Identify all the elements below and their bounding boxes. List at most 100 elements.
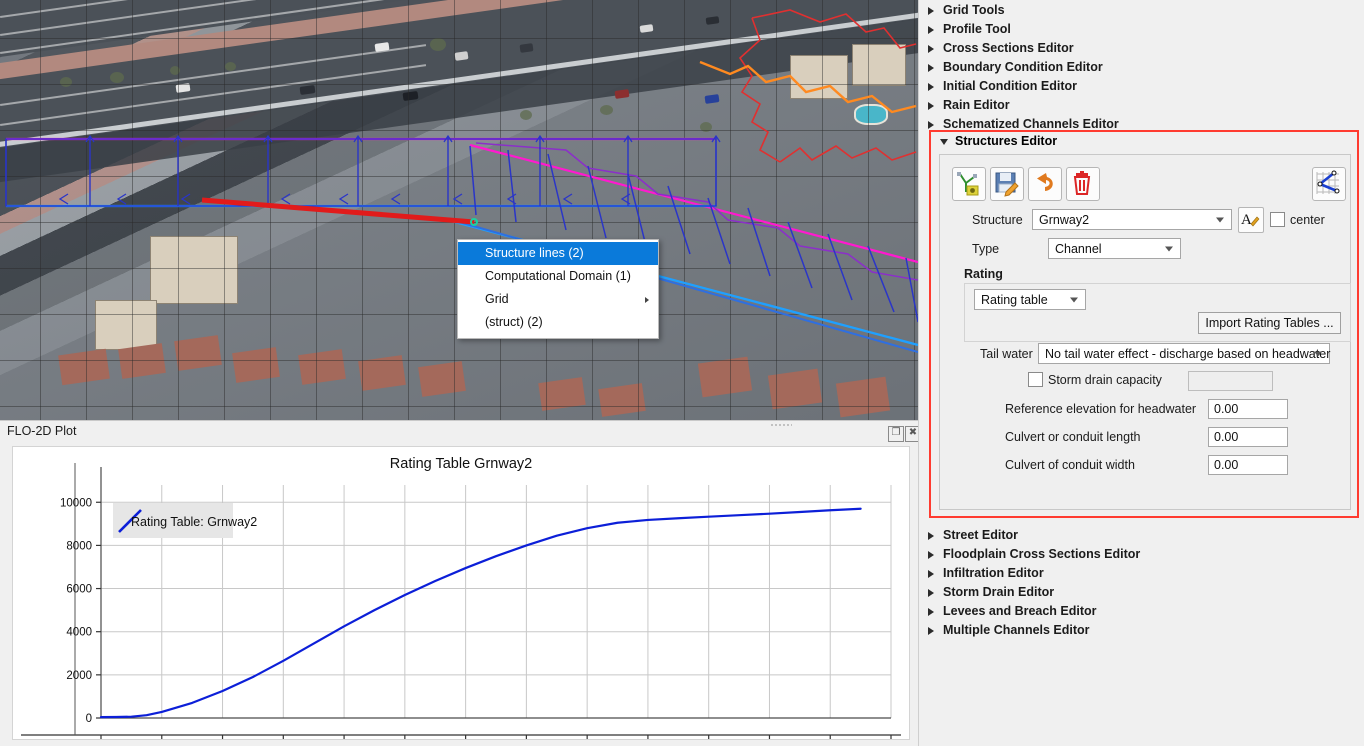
editor-tree-top: Grid Tools Profile Tool Cross Sections Edi… — [919, 1, 1364, 134]
svg-text:10000: 10000 — [60, 497, 92, 509]
culvert-width-value: 0.00 — [1214, 458, 1238, 472]
tree-item-label: Floodplain Cross Sections Editor — [943, 547, 1140, 561]
storm-drain-capacity-input[interactable] — [1188, 371, 1273, 391]
reference-elevation-value: 0.00 — [1214, 402, 1238, 416]
chevron-right-icon — [928, 83, 934, 91]
tree-item-label: Infiltration Editor — [943, 566, 1044, 580]
reference-elevation-label: Reference elevation for headwater — [1005, 402, 1196, 416]
type-select-value: Channel — [1055, 242, 1102, 256]
tree-item-label: Schematized Channels Editor — [943, 117, 1119, 131]
context-menu-item-struct[interactable]: (struct) (2) — [458, 311, 658, 334]
editor-item-initial-condition-editor[interactable]: Initial Condition Editor — [919, 77, 1364, 96]
chevron-right-icon — [928, 608, 934, 616]
editor-tree-bottom: Street Editor Floodplain Cross Sections E… — [919, 526, 1364, 640]
rating-table-plot-icon[interactable] — [1312, 167, 1346, 201]
editor-item-floodplain-cross-sections-editor[interactable]: Floodplain Cross Sections Editor — [919, 545, 1364, 564]
storm-drain-capacity-checkbox[interactable] — [1028, 372, 1043, 387]
editor-item-infiltration-editor[interactable]: Infiltration Editor — [919, 564, 1364, 583]
map-context-menu[interactable]: Structure lines (2) Computational Domain… — [457, 239, 659, 339]
svg-text:0: 0 — [86, 713, 92, 725]
revert-icon[interactable] — [1028, 167, 1062, 201]
editor-item-multiple-channels-editor[interactable]: Multiple Channels Editor — [919, 621, 1364, 640]
plot-dock-titlebar: FLO-2D Plot ❐ ✖ — [0, 420, 918, 445]
chevron-right-icon — [928, 532, 934, 540]
editors-panel: Grid Tools Profile Tool Cross Sections Edi… — [918, 0, 1364, 746]
editor-item-street-editor[interactable]: Street Editor — [919, 526, 1364, 545]
editor-item-rain-editor[interactable]: Rain Editor — [919, 96, 1364, 115]
context-menu-item-structure-lines[interactable]: Structure lines (2) — [458, 242, 658, 265]
dock-drag-handle[interactable] — [770, 423, 792, 428]
editor-item-levees-and-breach-editor[interactable]: Levees and Breach Editor — [919, 602, 1364, 621]
tree-item-label: Multiple Channels Editor — [943, 623, 1090, 637]
rating-method-select[interactable]: Rating table — [974, 289, 1086, 310]
tree-item-label: Initial Condition Editor — [943, 79, 1077, 93]
editor-item-profile-tool[interactable]: Profile Tool — [919, 20, 1364, 39]
structures-editor-panel: Structures Editor — [929, 130, 1359, 518]
context-menu-item-computational-domain[interactable]: Computational Domain (1) — [458, 265, 658, 288]
rating-table-chart[interactable]: Rating Table Grnway2 0 2000 4000 6000 8000 10… — [12, 446, 910, 740]
submenu-arrow-icon — [645, 297, 649, 303]
chevron-right-icon — [928, 551, 934, 559]
reference-elevation-input[interactable]: 0.00 — [1208, 399, 1288, 419]
chevron-right-icon — [928, 45, 934, 53]
editor-item-storm-drain-editor[interactable]: Storm Drain Editor — [919, 583, 1364, 602]
chevron-down-icon — [1216, 217, 1224, 222]
chevron-right-icon — [928, 121, 934, 129]
culvert-length-value: 0.00 — [1214, 430, 1238, 444]
tree-item-label: Rain Editor — [943, 98, 1010, 112]
context-menu-label: Structure lines (2) — [485, 246, 584, 260]
add-structure-icon[interactable] — [952, 167, 986, 201]
culvert-length-input[interactable]: 0.00 — [1208, 427, 1288, 447]
storm-drain-capacity-label: Storm drain capacity — [1048, 373, 1162, 387]
chevron-right-icon — [928, 589, 934, 597]
rename-icon[interactable]: A — [1238, 207, 1264, 233]
center-checkbox-label: center — [1290, 213, 1325, 227]
svg-text:4000: 4000 — [66, 627, 92, 639]
tail-water-select[interactable]: No tail water effect - discharge based o… — [1038, 343, 1330, 364]
svg-text:A: A — [1241, 212, 1252, 228]
chevron-down-icon — [1165, 246, 1173, 251]
chevron-right-icon — [928, 627, 934, 635]
type-select[interactable]: Channel — [1048, 238, 1181, 259]
structures-editor-header[interactable]: Structures Editor — [931, 132, 1357, 151]
tree-item-label: Profile Tool — [943, 22, 1011, 36]
structure-label: Structure — [972, 213, 1023, 227]
chart-title: Rating Table Grnway2 — [13, 456, 909, 472]
tree-item-label: Street Editor — [943, 528, 1018, 542]
chevron-right-icon — [928, 570, 934, 578]
svg-text:6000: 6000 — [66, 584, 92, 596]
center-checkbox[interactable] — [1270, 212, 1285, 227]
context-menu-label: Computational Domain (1) — [485, 269, 631, 283]
map-canvas[interactable]: Structure lines (2) Computational Domain… — [0, 0, 918, 420]
rating-group-label: Rating — [964, 267, 1003, 281]
editor-item-cross-sections-editor[interactable]: Cross Sections Editor — [919, 39, 1364, 58]
rating-method-value: Rating table — [981, 293, 1048, 307]
editor-item-boundary-condition-editor[interactable]: Boundary Condition Editor — [919, 58, 1364, 77]
delete-icon[interactable] — [1066, 167, 1100, 201]
culvert-width-input[interactable]: 0.00 — [1208, 455, 1288, 475]
structure-select[interactable]: Grnway2 — [1032, 209, 1232, 230]
tree-item-label: Boundary Condition Editor — [943, 60, 1103, 74]
float-icon[interactable]: ❐ — [888, 426, 904, 442]
tree-item-label: Cross Sections Editor — [943, 41, 1074, 55]
svg-text:2000: 2000 — [66, 670, 92, 682]
structures-editor-title: Structures Editor — [955, 134, 1057, 148]
chevron-down-icon — [1314, 351, 1322, 356]
context-menu-label: (struct) (2) — [485, 315, 543, 329]
svg-text:8000: 8000 — [66, 540, 92, 552]
tree-item-label: Grid Tools — [943, 3, 1005, 17]
legend-entry-label: Rating Table: Grnway2 — [131, 515, 257, 529]
context-menu-item-grid[interactable]: Grid — [458, 288, 658, 311]
editor-item-grid-tools[interactable]: Grid Tools — [919, 1, 1364, 20]
context-menu-label: Grid — [485, 292, 509, 306]
chevron-down-icon — [1070, 297, 1078, 302]
import-rating-tables-button[interactable]: Import Rating Tables ... — [1198, 312, 1341, 334]
save-icon[interactable] — [990, 167, 1024, 201]
culvert-length-label: Culvert or conduit length — [1005, 430, 1141, 444]
tree-item-label: Levees and Breach Editor — [943, 604, 1097, 618]
culvert-width-label: Culvert of conduit width — [1005, 458, 1135, 472]
chevron-right-icon — [928, 26, 934, 34]
tail-water-value: No tail water effect - discharge based o… — [1045, 347, 1330, 361]
flo2d-plot-dock: FLO-2D Plot ❐ ✖ Rating Table Grnway2 0 20… — [0, 420, 918, 746]
tail-water-label: Tail water — [980, 347, 1033, 361]
